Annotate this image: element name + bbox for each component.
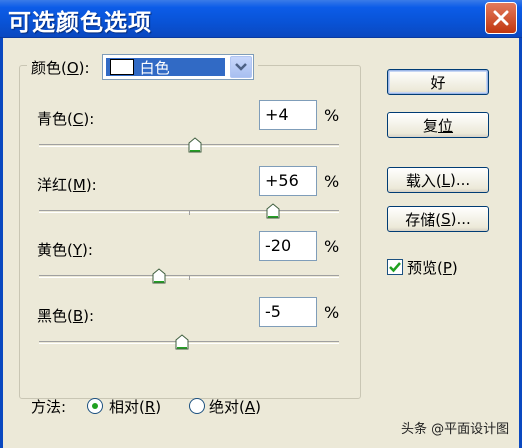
color-select-text: 白色 [139,58,170,77]
color-select-value: 白色 [105,58,225,77]
color-select-row: 颜色(O): 白色 [27,54,258,80]
preview-checkbox[interactable] [387,259,403,275]
slider-thumb-icon [266,203,280,219]
slider-thumb-icon [188,137,202,153]
dialog-body: 颜色(O): 白色 青色(C): +4 % 洋红(M): +56 % 黄色(Y)… [0,38,522,448]
yellow-input[interactable]: -20 [259,231,317,261]
yellow-label: 黄色(Y): [37,241,93,259]
slider-thumb-icon [175,334,188,350]
magenta-slider-thumb[interactable] [266,203,280,219]
cyan-percent: % [324,106,340,125]
window-title: 可选颜色选项 [8,10,152,36]
yellow-slider-thumb[interactable] [152,268,166,284]
color-select-label: 颜色(O): [31,58,90,77]
black-input[interactable]: -5 [259,297,317,327]
color-swatch [109,59,134,75]
magenta-label: 洋红(M): [37,176,97,194]
close-button[interactable] [485,2,517,34]
close-icon [493,10,509,26]
slider-thumb-icon [152,268,166,284]
cyan-label: 青色(C): [37,110,95,128]
relative-label: 相对(R) [109,398,162,416]
cyan-slider-thumb[interactable] [188,137,202,153]
absolute-label: 绝对(A) [209,398,261,416]
load-button[interactable]: 载入(L)... [387,167,489,193]
checkmark-icon [389,262,401,273]
black-label: 黑色(B): [37,307,95,325]
watermark: 头条 @平面设计图 [401,422,510,437]
black-slider-thumb[interactable] [175,334,189,350]
title-bar: 可选颜色选项 [0,0,522,38]
radio-selected-dot [92,403,98,409]
preview-label: 预览(P) [407,259,458,277]
black-percent: % [324,303,340,322]
black-slider-track[interactable] [39,341,339,344]
yellow-percent: % [324,237,340,256]
color-select[interactable]: 白色 [101,54,254,80]
dropdown-button[interactable] [229,56,252,78]
reset-button[interactable]: 复位 [387,112,489,138]
yellow-center-tick [189,276,190,280]
chevron-down-icon [234,63,247,71]
cyan-input[interactable]: +4 [259,100,317,130]
magenta-center-tick [189,211,190,215]
ok-button[interactable]: 好 [387,69,489,95]
relative-radio[interactable] [87,398,103,414]
magenta-percent: % [324,172,340,191]
magenta-input[interactable]: +56 [259,166,317,196]
absolute-radio[interactable] [189,398,205,414]
method-label: 方法: [31,398,67,416]
save-button[interactable]: 存储(S)... [387,206,489,232]
